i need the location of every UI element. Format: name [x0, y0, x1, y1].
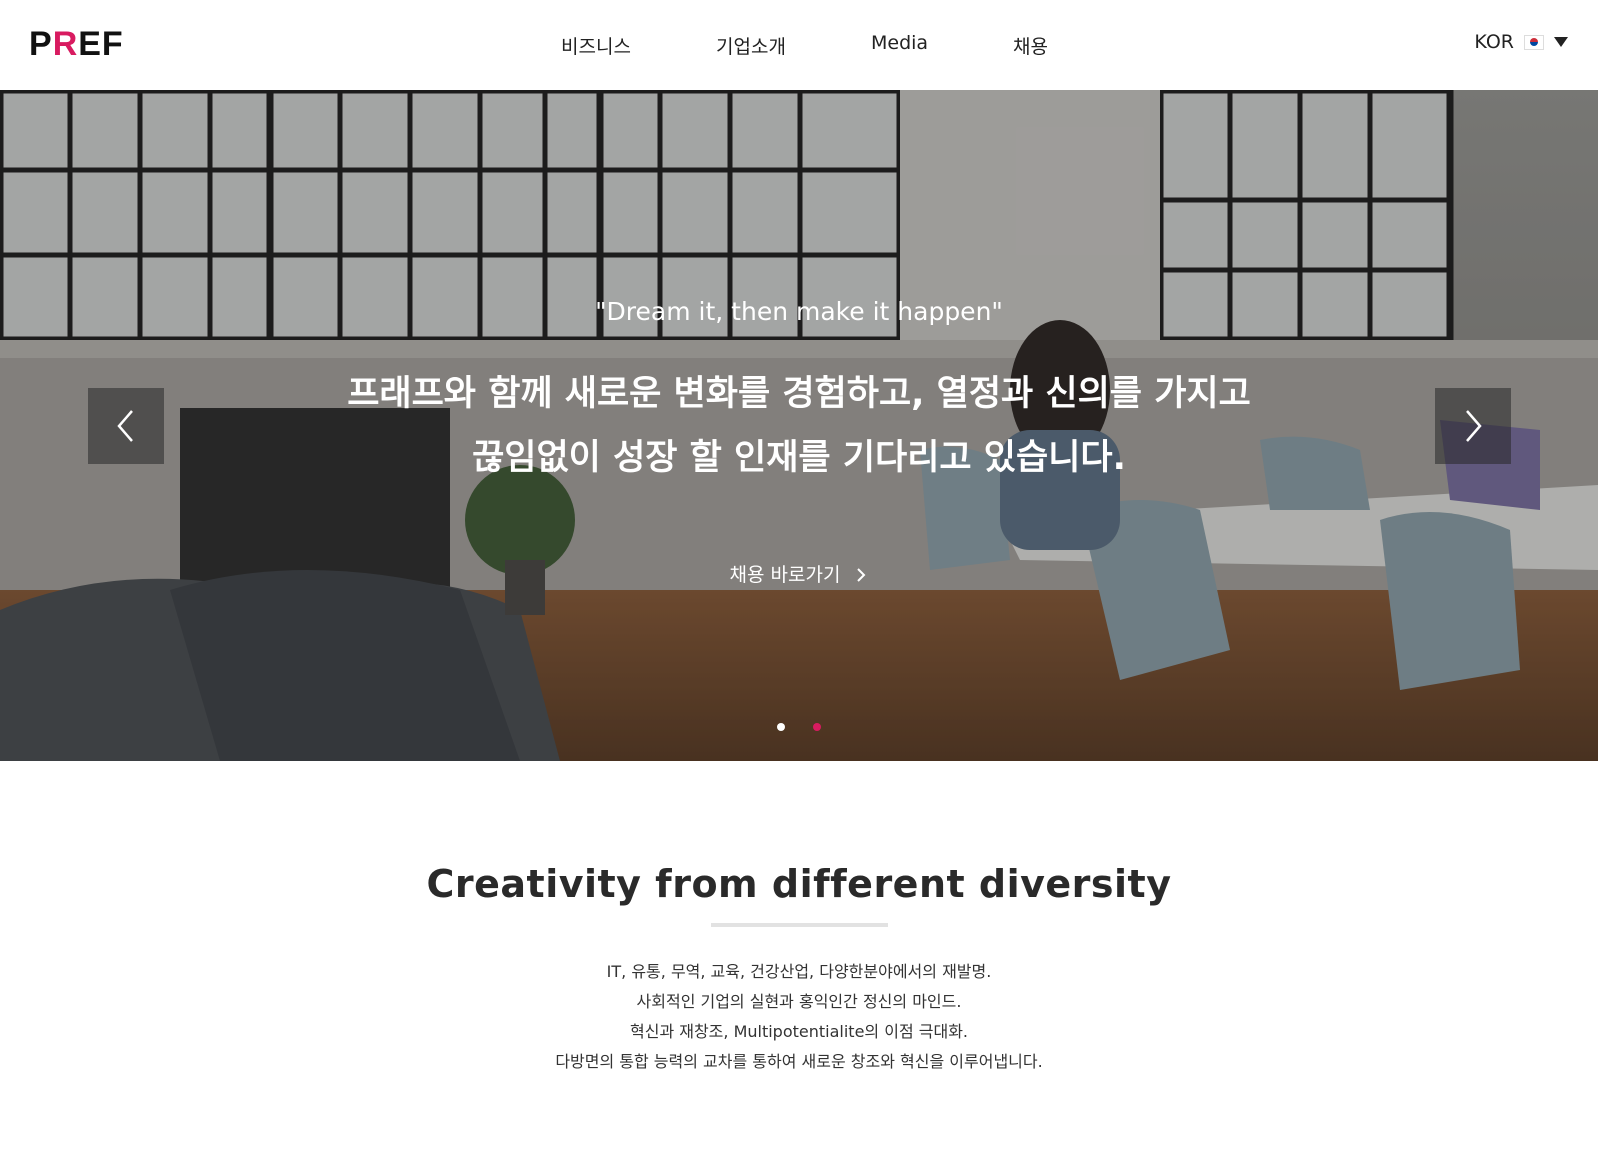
chevron-left-icon: [117, 410, 133, 442]
intro-body: IT, 유통, 무역, 교육, 건강산업, 다양한분야에서의 재발명. 사회적인…: [0, 957, 1598, 1077]
language-label: KOR: [1474, 31, 1514, 53]
chevron-right-icon: [857, 568, 866, 582]
nav-item-company[interactable]: 기업소개: [716, 32, 786, 59]
carousel-prev-button[interactable]: [88, 388, 164, 464]
hero-headline: 프래프와 함께 새로운 변화를 경험하고, 열정과 신의를 가지고 끊임없이 성…: [0, 362, 1598, 490]
main-nav: 비즈니스 기업소개 Media 채용: [0, 0, 1598, 90]
chevron-right-icon: [1466, 410, 1482, 442]
intro-line: 사회적인 기업의 실현과 홍익인간 정신의 마인드.: [636, 992, 962, 1011]
carousel-dot-2[interactable]: [813, 723, 821, 731]
intro-title: Creativity from different diversity: [426, 862, 1172, 906]
recruit-shortcut-link[interactable]: 채용 바로가기: [0, 560, 1598, 587]
korea-flag-icon: [1524, 34, 1544, 50]
chevron-down-icon: [1554, 37, 1568, 47]
intro-divider: [711, 923, 888, 927]
hero-headline-line-1: 프래프와 함께 새로운 변화를 경험하고, 열정과 신의를 가지고: [347, 374, 1251, 414]
carousel-dot-1[interactable]: [777, 723, 785, 731]
intro-line: 혁신과 재창조, Multipotentialite의 이점 극대화.: [630, 1022, 968, 1041]
site-header: P R EF 비즈니스 기업소개 Media 채용 KOR: [0, 0, 1598, 90]
hero-carousel: "Dream it, then make it happen" 프래프와 함께 …: [0, 90, 1598, 761]
language-selector[interactable]: KOR: [1474, 31, 1568, 53]
nav-item-business[interactable]: 비즈니스: [561, 32, 631, 59]
carousel-next-button[interactable]: [1435, 388, 1511, 464]
hero-quote: "Dream it, then make it happen": [595, 297, 1003, 326]
recruit-shortcut-label: 채용 바로가기: [729, 564, 841, 586]
intro-line: 다방면의 통합 능력의 교차를 통하여 새로운 창조와 혁신을 이루어냅니다.: [555, 1052, 1043, 1071]
hero-headline-line-2: 끊임없이 성장 할 인재를 기다리고 있습니다.: [472, 438, 1126, 478]
carousel-pagination: [0, 723, 1598, 731]
nav-item-recruit[interactable]: 채용: [1013, 32, 1048, 59]
intro-line: IT, 유통, 무역, 교육, 건강산업, 다양한분야에서의 재발명.: [606, 962, 992, 981]
nav-item-media[interactable]: Media: [871, 32, 928, 54]
